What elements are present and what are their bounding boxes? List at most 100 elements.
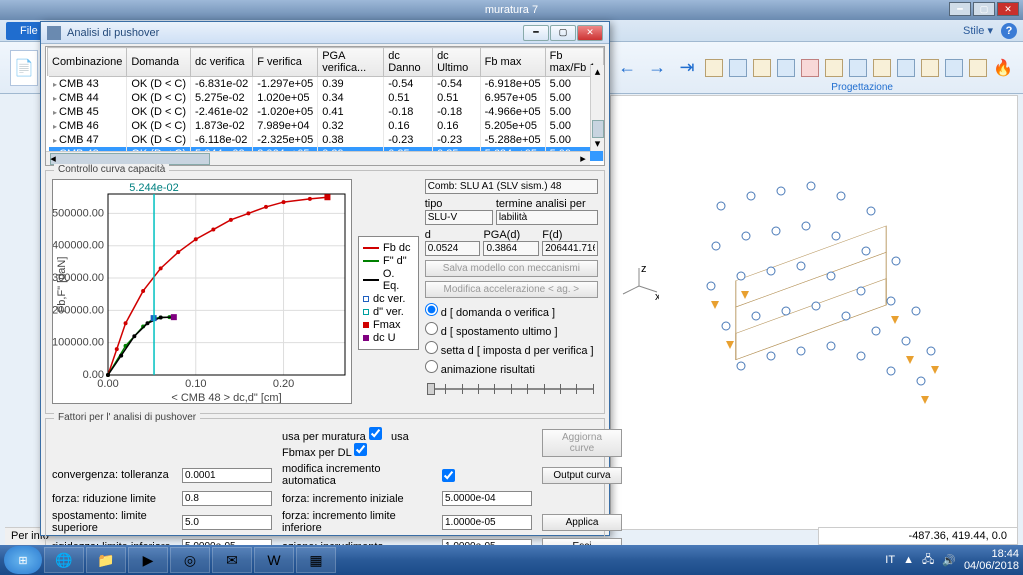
chart-right-panel: tipo termine analisi per d PGA(d) F(d) S… <box>425 179 598 407</box>
mod-inc-checkbox[interactable] <box>442 469 455 482</box>
status-coords: -487.36, 419.44, 0.0 <box>818 527 1018 545</box>
tray-clock[interactable]: 18:44 04/06/2018 <box>964 548 1019 572</box>
salva-modello-button[interactable]: Salva modello con meccanismi <box>425 260 598 277</box>
conv-field[interactable] <box>182 468 272 483</box>
dialog-maximize-button[interactable]: ▢ <box>550 25 576 41</box>
tool-9-icon[interactable] <box>897 59 915 77</box>
column-header[interactable]: dc verifica <box>191 48 253 77</box>
nav-next-icon[interactable]: → <box>645 56 669 80</box>
factors-groupbox: Fattori per l' analisi di pushover usa p… <box>45 418 605 562</box>
tray-lang[interactable]: IT <box>885 554 895 566</box>
tool-2-icon[interactable] <box>729 59 747 77</box>
column-header[interactable]: PGA verifica... <box>318 48 384 77</box>
table-row[interactable]: CMB 47OK (D < C)-6.118e-02-2.325e+050.38… <box>48 133 604 147</box>
pgad-label: PGA(d) <box>483 229 539 241</box>
table-hscrollbar[interactable]: ◂▸ <box>46 151 590 165</box>
table-row[interactable]: CMB 43OK (D < C)-6.831e-02-1.297e+050.39… <box>48 77 604 92</box>
forza-ini-label: forza: incremento iniziale <box>282 493 432 505</box>
usa-muratura-check[interactable]: usa per muratura usa Fbmax per DL <box>282 427 432 459</box>
legend-item: F" d" <box>363 255 414 267</box>
curve-groupbox: Controllo curva capacità 0.00100000.0020… <box>45 170 605 414</box>
chart-legend: Fb dcF" d"O. Eq.dc ver.d" ver.Fmaxdc U <box>358 236 419 350</box>
tray-volume-icon[interactable]: 🔊 <box>942 554 956 567</box>
tool-4-icon[interactable] <box>777 59 795 77</box>
capacity-chart[interactable]: 0.00100000.00200000.00300000.00400000.00… <box>52 179 352 404</box>
table-vscrollbar[interactable]: ▴▾ <box>590 65 604 151</box>
table-row[interactable]: CMB 44OK (D < C)5.275e-021.020e+050.340.… <box>48 91 604 105</box>
stile-dropdown[interactable]: Stile ▾ <box>963 24 993 37</box>
radio-domanda[interactable]: d [ domanda o verifica ] <box>425 303 598 319</box>
legend-item: Fmax <box>363 319 414 331</box>
taskbar-explorer-icon[interactable]: 📁 <box>86 547 126 573</box>
tool-6-icon[interactable] <box>825 59 843 77</box>
start-button[interactable]: ⊞ <box>4 546 42 574</box>
taskbar-outlook-icon[interactable]: ✉ <box>212 547 252 573</box>
system-tray[interactable]: IT ▲ 🖧 🔊 18:44 04/06/2018 <box>885 548 1019 572</box>
dialog-title: Analisi di pushover <box>67 27 523 39</box>
legend-item: O. Eq. <box>363 268 414 292</box>
tool-8-icon[interactable] <box>873 59 891 77</box>
model-viewport[interactable]: x z <box>610 95 1018 530</box>
tool-1-icon[interactable] <box>705 59 723 77</box>
column-header[interactable]: dc Ultimo <box>433 48 481 77</box>
animation-slider[interactable] <box>425 380 598 400</box>
tool-7-icon[interactable] <box>849 59 867 77</box>
document-icon[interactable]: 📄 <box>10 50 38 86</box>
main-close-button[interactable]: ✕ <box>997 2 1019 16</box>
table-row[interactable]: CMB 45OK (D < C)-2.461e-02-1.020e+050.41… <box>48 105 604 119</box>
svg-text:500000.00: 500000.00 <box>52 207 104 219</box>
tool-12-icon[interactable] <box>969 59 987 77</box>
svg-text:400000.00: 400000.00 <box>52 240 104 252</box>
aggiorna-curve-button[interactable]: Aggiorna curve <box>542 429 622 457</box>
mod-inc-check[interactable]: modifica incremento automatica <box>282 463 432 487</box>
main-maximize-button[interactable]: ▢ <box>973 2 995 16</box>
table-row[interactable]: CMB 46OK (D < C)1.873e-027.989e+040.320.… <box>48 119 604 133</box>
column-header[interactable]: Domanda <box>127 48 191 77</box>
taskbar-app-icon[interactable]: ▦ <box>296 547 336 573</box>
main-minimize-button[interactable]: ━ <box>949 2 971 16</box>
taskbar-chrome-icon[interactable]: ◎ <box>170 547 210 573</box>
spost-sup-field[interactable] <box>182 515 272 530</box>
tipo-label: tipo <box>425 198 493 210</box>
taskbar: ⊞ 🌐 📁 ▶ ◎ ✉ W ▦ IT ▲ 🖧 🔊 18:44 04/06/201… <box>0 545 1023 575</box>
column-header[interactable]: Combinazione <box>48 48 127 77</box>
radio-spostamento[interactable]: d [ spostamento ultimo ] <box>425 322 598 338</box>
taskbar-ie-icon[interactable]: 🌐 <box>44 547 84 573</box>
forza-liminf-field[interactable] <box>442 515 532 530</box>
column-header[interactable]: Fb max <box>480 48 545 77</box>
column-header[interactable]: F verifica <box>253 48 318 77</box>
fd-label: F(d) <box>542 229 598 241</box>
forza-rid-field[interactable] <box>182 491 272 506</box>
forza-ini-field[interactable] <box>442 491 532 506</box>
svg-text:0.00: 0.00 <box>97 378 118 390</box>
nav-last-icon[interactable]: ⇥ <box>675 56 699 80</box>
flame-icon[interactable]: 🔥 <box>993 58 1013 78</box>
tool-11-icon[interactable] <box>945 59 963 77</box>
model-3d-icon <box>661 156 961 456</box>
help-icon[interactable]: ? <box>1001 23 1017 39</box>
curve-legend: Controllo curva capacità <box>54 164 169 175</box>
tool-3-icon[interactable] <box>753 59 771 77</box>
dialog-titlebar[interactable]: Analisi di pushover ━ ▢ ✕ <box>41 22 609 44</box>
dialog-minimize-button[interactable]: ━ <box>523 25 549 41</box>
dialog-close-button[interactable]: ✕ <box>577 25 603 41</box>
tool-5-icon[interactable] <box>801 59 819 77</box>
output-curva-button[interactable]: Output curva <box>542 467 622 484</box>
results-table[interactable]: CombinazioneDomandadc verificaF verifica… <box>46 47 604 161</box>
svg-text:0.20: 0.20 <box>273 378 294 390</box>
dialog-icon <box>47 26 61 40</box>
modifica-acc-button[interactable]: Modifica accelerazione < ag. > <box>425 281 598 298</box>
applica-button[interactable]: Applica <box>542 514 622 531</box>
d-field <box>425 241 481 256</box>
nav-prev-icon[interactable]: ← <box>615 56 639 80</box>
radio-animazione[interactable]: animazione risultati <box>425 360 598 376</box>
tray-flag-icon: ▲ <box>903 554 914 566</box>
radio-setta-d[interactable]: setta d [ imposta d per verifica ] <box>425 341 598 357</box>
tool-10-icon[interactable] <box>921 59 939 77</box>
taskbar-media-icon[interactable]: ▶ <box>128 547 168 573</box>
taskbar-word-icon[interactable]: W <box>254 547 294 573</box>
termine-label: termine analisi per <box>496 198 598 210</box>
tray-network-icon[interactable]: 🖧 <box>922 551 934 570</box>
column-header[interactable]: dc Danno <box>384 48 433 77</box>
pgad-field <box>483 241 539 256</box>
